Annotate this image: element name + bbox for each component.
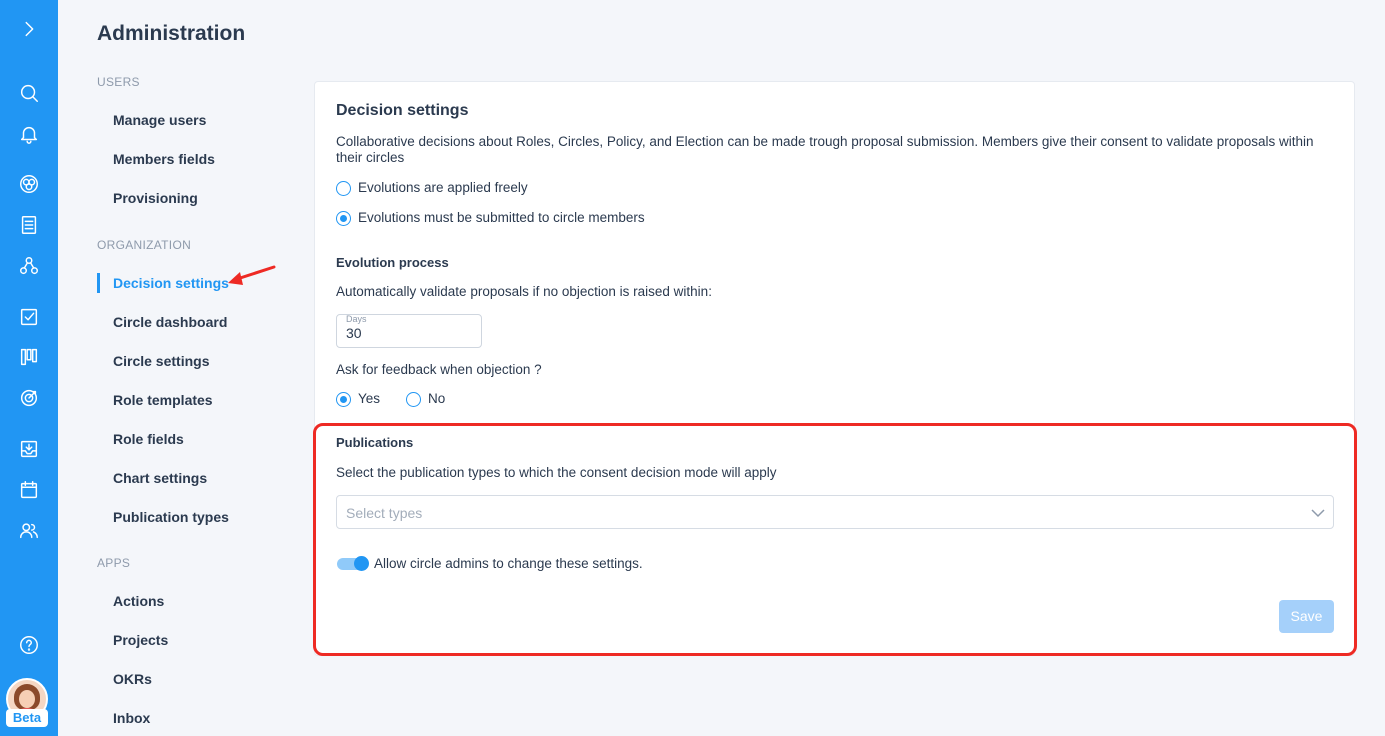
users-icon[interactable] [0,516,58,546]
beta-badge: Beta [6,709,48,727]
radio-applied-freely[interactable] [336,181,351,196]
inbox-icon[interactable] [0,434,58,464]
section-apps: APPS [97,556,131,570]
expand-icon[interactable] [0,14,58,44]
radio-feedback-yes[interactable] [336,392,351,407]
radio-submitted-label: Evolutions must be submitted to circle m… [358,210,645,225]
decision-description: Collaborative decisions about Roles, Cir… [336,134,1314,165]
active-indicator [97,273,100,293]
page-title: Administration [97,22,246,45]
auto-validate-label: Automatically validate proposals if no o… [336,284,712,299]
nav-actions[interactable]: Actions [113,593,164,609]
document-icon[interactable] [0,210,58,240]
checkbox-icon[interactable] [0,302,58,332]
circles-icon[interactable] [0,169,58,199]
radio-feedback-yes-label: Yes [358,391,381,406]
bell-icon[interactable] [0,119,58,149]
calendar-icon[interactable] [0,475,58,505]
days-input[interactable]: Days 30 [336,314,482,348]
nav-members-fields[interactable]: Members fields [113,151,215,167]
days-field-label: Days [346,314,367,324]
nav-publication-types[interactable]: Publication types [113,509,229,525]
nav-circle-settings[interactable]: Circle settings [113,353,209,369]
nav-role-templates[interactable]: Role templates [113,392,213,408]
radio-submitted[interactable] [336,211,351,226]
search-icon[interactable] [0,78,58,108]
people-tree-icon[interactable] [0,251,58,281]
radio-feedback-no-label: No [428,391,446,406]
help-icon[interactable] [0,630,58,660]
days-field-value: 30 [346,325,362,341]
nav-projects[interactable]: Projects [113,632,168,648]
nav-role-fields[interactable]: Role fields [113,431,184,447]
nav-inbox[interactable]: Inbox [113,710,150,726]
nav-circle-dashboard[interactable]: Circle dashboard [113,314,227,330]
radio-applied-freely-label: Evolutions are applied freely [358,180,528,195]
evolution-title: Evolution process [336,255,449,270]
target-icon[interactable] [0,383,58,413]
kanban-icon[interactable] [0,342,58,372]
nav-chart-settings[interactable]: Chart settings [113,470,207,486]
radio-feedback-no[interactable] [406,392,421,407]
card-title: Decision settings [336,102,469,119]
feedback-question: Ask for feedback when objection ? [336,362,542,377]
nav-provisioning[interactable]: Provisioning [113,190,198,206]
section-users: USERS [97,75,140,89]
app-rail: Beta [0,0,58,736]
section-organization: ORGANIZATION [97,238,192,252]
avatar-face [19,690,35,708]
nav-okrs[interactable]: OKRs [113,671,152,687]
nav-decision-settings[interactable]: Decision settings [113,275,229,291]
annotation-arrow-icon [228,265,276,285]
annotation-highlight-box [313,423,1357,656]
nav-manage-users[interactable]: Manage users [113,112,206,128]
